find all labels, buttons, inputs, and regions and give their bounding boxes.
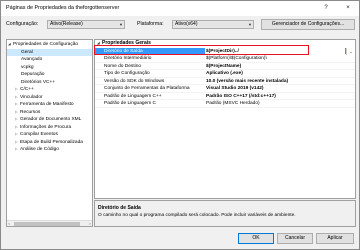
platform-label: Plataforma: [137,21,164,27]
scroll-right-icon[interactable]: > [89,221,91,226]
chevron-down-icon: ▼ [119,22,123,27]
property-row-windows-sdk-version[interactable]: Versão do SDK do Windows 10.0 (versão ma… [95,78,355,85]
highlight-annotation-box [94,45,309,55]
property-value: 10.0 (versão mais recente instalada) [206,78,289,84]
title-bar: Páginas de Propriedades da theforgottens… [1,1,359,16]
tree-item-vcpkg[interactable]: vcpkg [21,64,34,72]
property-value: Visual Studio 2019 (v142) [206,86,264,91]
property-value: $(ProjectName) [206,63,242,69]
tree-item-manifest-tool[interactable]: ▷ Ferramenta de Manifesto [15,101,74,109]
property-value: Aplicativo (.exe) [206,71,243,76]
property-name: Versão do SDK do Windows [104,78,165,84]
property-row-configuration-type[interactable]: Tipo de Configuração Aplicativo (.exe) [95,70,355,78]
property-name: Padrão de Linguagem C++ [104,93,162,99]
property-name: Padrão de Linguagem C [104,101,157,106]
tree-item-advanced[interactable]: Avançado [21,56,42,64]
property-row-c-language-standard[interactable]: Padrão de Linguagem C Padrão (MSVC Herda… [95,100,355,108]
property-name: Diretório Intermediário [104,56,152,61]
description-text: O caminho no qual o programa compilado s… [98,213,296,218]
tree-item-build-events[interactable]: ▷ Compilar Eventos [15,131,58,139]
property-value: $(Platform)\$(Configuration)\ [206,56,267,61]
property-tree: ◢ Propriedades de Configuração Geral Avan… [6,39,93,227]
property-row-intermediate-directory[interactable]: Diretório Intermediário $(Platform)\$(Co… [95,55,355,63]
tree-item-linker[interactable]: ▷ Vinculador [15,94,43,102]
window-title: Páginas de Propriedades da theforgottens… [6,5,120,11]
tree-item-xml-document-generator[interactable]: ▷ Gerador de Documento XML [15,116,81,124]
tree-item-resources[interactable]: ▷ Recursos [15,109,40,117]
chevron-down-icon: ▼ [248,22,252,27]
property-pages-dialog: Páginas de Propriedades da theforgottens… [0,0,360,250]
tree-item-code-analysis[interactable]: ▷ Análise de Código [15,146,59,154]
configuration-label: Configuração: [6,21,39,27]
property-row-target-name[interactable]: Nome do Destino $(ProjectName) [95,63,355,70]
property-value: Padrão ISO C++17 (/std:c++17) [206,93,276,99]
ok-button[interactable]: OK [238,233,274,244]
tree-item-custom-build-step[interactable]: ▷ Etapa de Build Personalizada [15,139,83,147]
property-name: Nome do Destino [104,63,142,69]
tree-item-vc-directories[interactable]: Diretórios VC++ [21,79,55,87]
platform-select[interactable]: Ativo(x64) ▼ [172,20,254,29]
scrollbar-thumb[interactable] [14,222,80,226]
property-name: Tipo de Configuração [104,71,150,76]
tree-item-browse-information[interactable]: ▷ Informações de Procura [15,124,71,132]
scroll-left-icon[interactable]: < [8,221,10,226]
property-row-platform-toolset[interactable]: Conjunto de Ferramentas da Plataforma Vi… [95,85,355,93]
help-button[interactable]: ? [319,3,333,14]
description-title: Diretório de Saída [98,205,141,211]
apply-button[interactable]: Aplicar [316,233,354,244]
property-row-cpp-language-standard[interactable]: Padrão de Linguagem C++ Padrão ISO C++17… [95,93,355,100]
tree-item-configuration-properties[interactable]: ◢ Propriedades de Configuração [8,41,78,49]
configuration-value: Ativo(Release) [50,21,83,27]
tree-horizontal-scrollbar[interactable]: < > [7,220,92,226]
resize-grip-icon[interactable]: ⋰ [352,241,357,247]
close-button[interactable]: × [341,3,355,14]
chevron-down-icon[interactable]: ⌄ [346,47,355,55]
property-value: Padrão (MSVC Herdado) [206,101,260,106]
property-name: Conjunto de Ferramentas da Plataforma [104,86,190,91]
tree-item-general[interactable]: Geral [7,48,92,57]
configuration-select[interactable]: Ativo(Release) ▼ [47,20,125,29]
tree-item-c-cpp[interactable]: ▷ C/C++ [15,86,34,94]
description-panel: Diretório de Saída O caminho no qual o p… [94,200,356,227]
platform-value: Ativo(x64) [175,21,198,27]
cancel-button[interactable]: Cancelar [277,233,313,244]
configuration-row: Configuração: Ativo(Release) ▼ Plataform… [1,17,359,31]
tree-item-debugging[interactable]: Depuração [21,71,44,79]
property-grid: ◢ Propriedades Gerais Diretório de Saída … [94,39,356,199]
configuration-manager-button[interactable]: Gerenciador de Configurações... [261,19,355,30]
